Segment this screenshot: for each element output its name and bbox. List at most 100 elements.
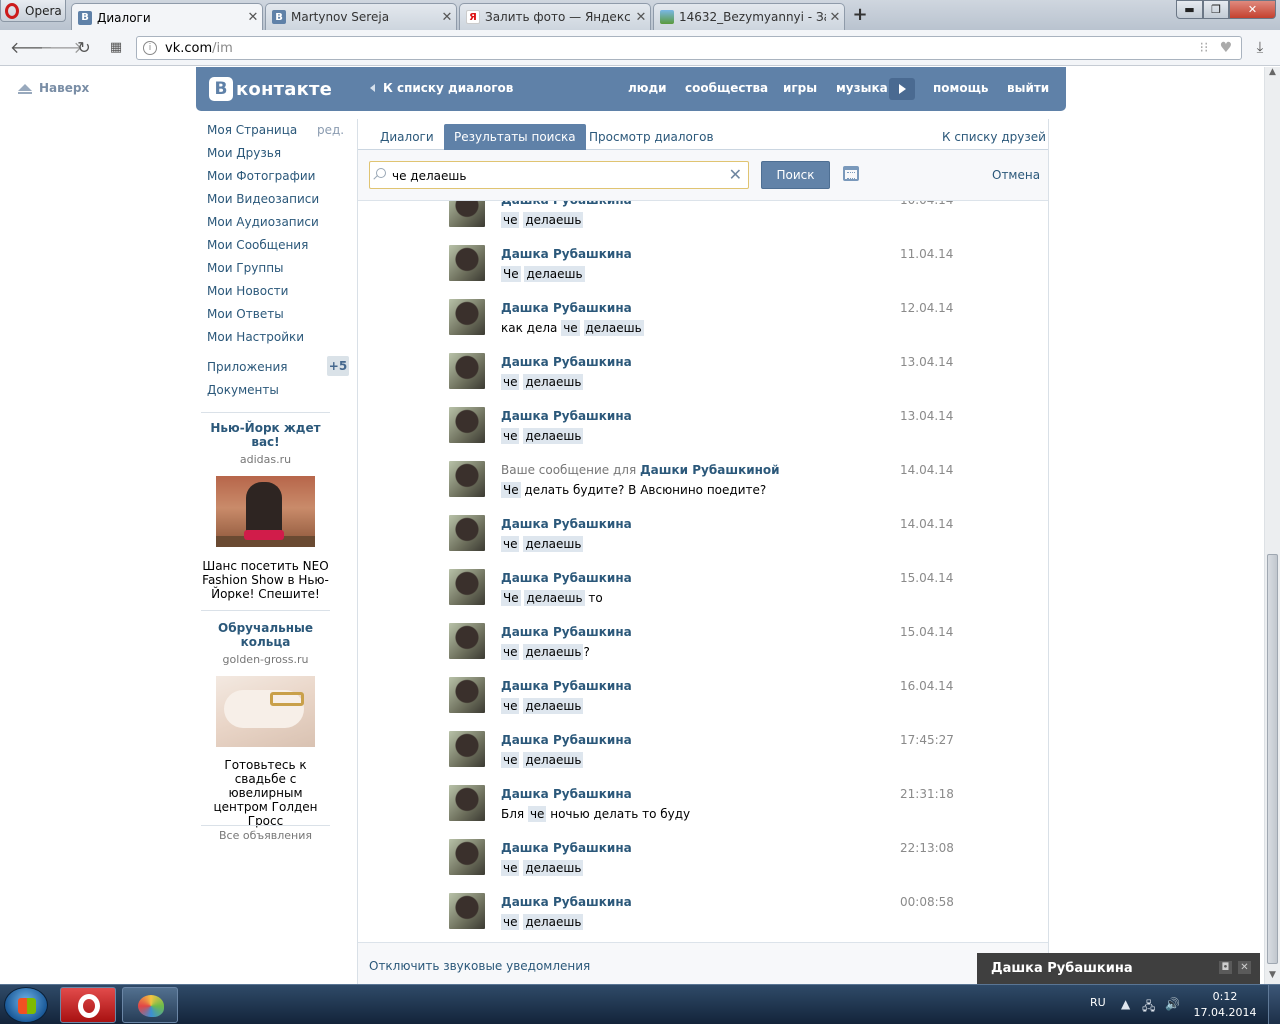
reload-icon[interactable]: ↻: [74, 38, 94, 58]
avatar[interactable]: [449, 839, 485, 875]
tray-expand-icon[interactable]: ▲: [1121, 997, 1130, 1011]
ad-title[interactable]: Нью-Йорк ждет вас!: [201, 421, 330, 449]
author-name[interactable]: Дашка Рубашкина: [501, 733, 632, 747]
message-author[interactable]: Дашка Рубашкина: [501, 895, 632, 909]
scroll-down-icon[interactable]: ▼: [1265, 970, 1280, 984]
message-author[interactable]: Дашка Рубашкина: [501, 247, 632, 261]
menu-my-messages[interactable]: Мои Сообщения: [207, 238, 308, 252]
message-row[interactable]: Дашка Рубашкина че делаешь 16.04.14: [358, 673, 1048, 727]
message-author[interactable]: Ваше сообщение для Дашки Рубашкиной: [501, 463, 780, 477]
menu-applications[interactable]: Приложения: [207, 360, 288, 374]
tab-view-dialogs[interactable]: Просмотр диалогов: [589, 130, 714, 144]
message-author[interactable]: Дашка Рубашкина: [501, 301, 632, 315]
message-row[interactable]: Дашка Рубашкина че делаешь? 15.04.14: [358, 619, 1048, 673]
start-button[interactable]: [4, 987, 48, 1023]
edit-menu-link[interactable]: ред.: [317, 123, 344, 137]
nav-logout[interactable]: выйти: [1007, 81, 1049, 95]
nav-music[interactable]: музыка: [836, 81, 888, 95]
message-row[interactable]: Дашка Рубашкина как дела че делаешь 12.04.…: [358, 295, 1048, 349]
avatar[interactable]: [449, 515, 485, 551]
site-info-icon[interactable]: i: [143, 41, 157, 55]
author-name[interactable]: Дашка Рубашкина: [501, 247, 632, 261]
popup-close-icon[interactable]: ✕: [1238, 961, 1251, 974]
message-row[interactable]: Дашка Рубашкина че делаешь 13.04.14: [358, 403, 1048, 457]
language-indicator[interactable]: RU: [1090, 996, 1106, 1009]
message-row[interactable]: Дашка Рубашкина че делаешь 10.04.14: [358, 201, 1048, 241]
download-icon[interactable]: ⤓: [1250, 38, 1270, 58]
message-author[interactable]: Дашка Рубашкина: [501, 841, 632, 855]
tab-dialogs[interactable]: B Диалоги ✕: [71, 3, 263, 31]
ad-text[interactable]: Шанс посетить NEO Fashion Show в Нью-Йор…: [201, 559, 330, 601]
speed-dial-icon[interactable]: ▦: [106, 38, 126, 58]
message-author[interactable]: Дашка Рубашкина: [501, 517, 632, 531]
author-name[interactable]: Дашка Рубашкина: [501, 895, 632, 909]
address-field[interactable]: i vk.com/im ⁝⁝ ♥: [136, 36, 1242, 60]
close-icon[interactable]: ✕: [632, 10, 650, 25]
ad-title[interactable]: Обручальные кольца: [201, 621, 330, 649]
avatar[interactable]: [449, 461, 485, 497]
close-icon[interactable]: ✕: [438, 10, 456, 25]
menu-my-videos[interactable]: Мои Видеозаписи: [207, 192, 319, 206]
page-scrollbar[interactable]: ▲ ▼: [1264, 67, 1280, 984]
menu-my-photos[interactable]: Мои Фотографии: [207, 169, 315, 183]
message-row[interactable]: Ваше сообщение для Дашки Рубашкиной Че де…: [358, 457, 1048, 511]
author-name[interactable]: Дашка Рубашкина: [501, 787, 632, 801]
tab-dialogs-list[interactable]: Диалоги: [380, 130, 434, 144]
all-ads-link[interactable]: Все объявления: [201, 829, 330, 842]
window-close-icon[interactable]: ✕: [1229, 0, 1276, 19]
avatar[interactable]: [449, 785, 485, 821]
message-row[interactable]: Дашка Рубашкина Че делаешь то 15.04.14: [358, 565, 1048, 619]
clear-search-icon[interactable]: ✕: [729, 165, 742, 184]
message-row[interactable]: Дашка Рубашкина че делаешь 22:13:08: [358, 835, 1048, 889]
maximize-icon[interactable]: ❐: [1203, 0, 1229, 19]
message-row[interactable]: Дашка Рубашкина че делаешь 17:45:27: [358, 727, 1048, 781]
ad-text[interactable]: Готовьтесь к свадьбе с ювелирным центром…: [201, 758, 330, 828]
avatar[interactable]: [449, 407, 485, 443]
tab-martynov[interactable]: B Martynov Sereja ✕: [265, 3, 457, 30]
message-author[interactable]: Дашка Рубашкина: [501, 625, 632, 639]
ad-image[interactable]: [216, 676, 315, 747]
nav-communities[interactable]: сообщества: [685, 81, 768, 95]
message-row[interactable]: Дашка Рубашкина че делаешь 14.04.14: [358, 511, 1048, 565]
author-name[interactable]: Дашка Рубашкина: [501, 571, 632, 585]
avatar[interactable]: [449, 245, 485, 281]
minimize-icon[interactable]: ▬: [1176, 0, 1203, 19]
calendar-icon[interactable]: [843, 166, 859, 181]
author-name[interactable]: Дашка Рубашкина: [501, 355, 632, 369]
message-row[interactable]: Дашка Рубашкина Че делаешь 11.04.14: [358, 241, 1048, 295]
apps-count-badge[interactable]: +5: [327, 356, 349, 376]
scroll-to-top-link[interactable]: Наверх: [18, 81, 89, 95]
menu-my-answers[interactable]: Мои Ответы: [207, 307, 284, 321]
tab-image[interactable]: 14632_Bezymyannyi - Зали ✕: [653, 3, 845, 30]
taskbar-opera[interactable]: [60, 987, 116, 1023]
tab-search-results[interactable]: Результаты поиска: [444, 124, 586, 150]
message-author[interactable]: Дашка Рубашкина: [501, 733, 632, 747]
avatar[interactable]: [449, 569, 485, 605]
forward-arrow-icon[interactable]: 🡒: [40, 38, 83, 58]
close-icon[interactable]: ✕: [826, 10, 844, 25]
avatar[interactable]: [449, 201, 485, 227]
scroll-thumb[interactable]: [1267, 554, 1278, 964]
nav-people[interactable]: люди: [628, 81, 667, 95]
volume-icon[interactable]: 🔊: [1165, 997, 1180, 1011]
close-icon[interactable]: ✕: [244, 10, 262, 25]
menu-my-page[interactable]: Моя Страница: [207, 123, 297, 137]
show-desktop-button[interactable]: [1268, 985, 1280, 1024]
menu-my-friends[interactable]: Мои Друзья: [207, 146, 281, 160]
author-name[interactable]: Дашка Рубашкина: [501, 517, 632, 531]
vk-logo[interactable]: В контакте: [209, 77, 332, 101]
heart-icon[interactable]: ♥: [1217, 40, 1235, 56]
avatar[interactable]: [449, 731, 485, 767]
grid-icon[interactable]: ⁝⁝: [1195, 40, 1213, 56]
author-name[interactable]: Дашка Рубашкина: [501, 625, 632, 639]
message-author[interactable]: Дашка Рубашкина: [501, 355, 632, 369]
opera-menu-button[interactable]: Opera: [0, 0, 66, 22]
taskbar-paint[interactable]: [122, 987, 178, 1023]
new-tab-icon[interactable]: +: [851, 6, 869, 24]
avatar[interactable]: [449, 353, 485, 389]
author-name[interactable]: Дашка Рубашкина: [501, 409, 632, 423]
network-icon[interactable]: 🖧: [1142, 997, 1155, 1018]
author-name[interactable]: Дашка Рубашкина: [501, 201, 632, 207]
music-play-button[interactable]: [889, 78, 915, 100]
search-button[interactable]: Поиск: [761, 161, 830, 189]
